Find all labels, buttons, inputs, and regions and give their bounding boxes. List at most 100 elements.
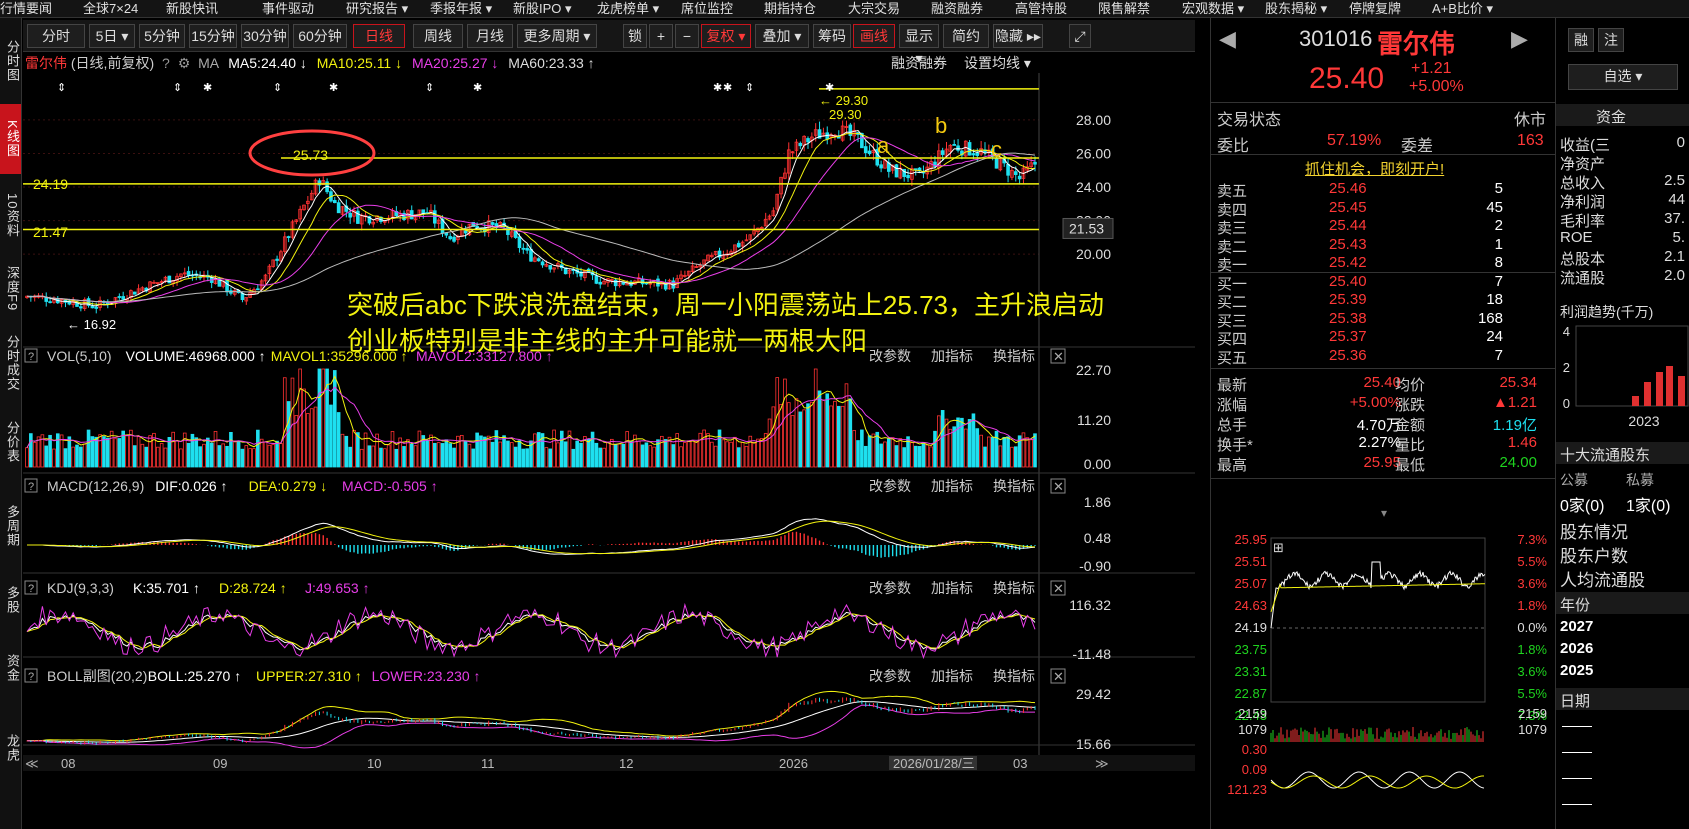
open-account-link[interactable]: 抓住机会，即刻开户! [1305, 158, 1444, 179]
nav-item-15[interactable]: 股东揭秘 ▾ [1265, 0, 1327, 17]
leftbar-item-9[interactable]: 龙虎 [0, 708, 21, 788]
holders-title: 十大流通股东 [1560, 447, 1651, 464]
nav-item-11[interactable]: 融资融券 [931, 0, 983, 17]
mini-left-tick: 25.51 [1234, 554, 1267, 569]
tab-1[interactable]: 5日 ▾ [89, 24, 135, 48]
date-tick: 10 [367, 756, 381, 771]
collapse-icon[interactable]: ▾ [1381, 506, 1387, 520]
holder-link-0[interactable]: 股东情况 [1560, 518, 1628, 543]
leftbar-item-1[interactable]: K线图 [0, 104, 21, 174]
toolbar-btn-4[interactable]: 显示 ▾ [899, 24, 939, 66]
fund-tab[interactable]: 资金 [1596, 106, 1626, 127]
leftbar-item-3[interactable]: 深度F9 [0, 256, 21, 322]
nav-item-4[interactable]: 研究报告 ▾ [346, 0, 408, 17]
boll-axis-tick: 29.42 [1076, 686, 1111, 702]
leftbar-item-4[interactable]: 分时成交 [0, 328, 21, 398]
leftbar-item-0[interactable]: 分时图 [0, 26, 21, 96]
mini-left-tick: 23.31 [1234, 664, 1267, 679]
toolbar-btn-1[interactable]: 叠加 ▾ [755, 24, 809, 48]
panel-btn-0[interactable]: 改参数 [869, 580, 911, 596]
volume-bar [690, 440, 695, 468]
panel-btn-0[interactable]: 改参数 [869, 668, 911, 684]
candle-body [525, 247, 529, 251]
tab-6[interactable]: 日线 [353, 24, 405, 48]
nav-item-6[interactable]: 新股IPO ▾ [513, 0, 572, 17]
nav-item-2[interactable]: 新股快讯 [166, 0, 218, 17]
fullscreen-icon[interactable]: ⤢ [1069, 24, 1091, 48]
panel-btn-0[interactable]: 改参数 [869, 478, 911, 494]
panel-btn-1[interactable]: 加指标 [931, 348, 973, 364]
tab-9[interactable]: 更多周期 ▾ [517, 24, 597, 48]
tab-4[interactable]: 30分钟 [241, 24, 289, 48]
panel-series-label: BOLL副图(20,2) [47, 668, 147, 684]
panel-btn-1[interactable]: 加指标 [931, 668, 973, 684]
nav-item-14[interactable]: 宏观数据 ▾ [1182, 0, 1244, 17]
tab-8[interactable]: 月线 [467, 24, 513, 48]
nav-item-13[interactable]: 限售解禁 [1098, 0, 1150, 17]
zoom-out-icon[interactable]: − [675, 24, 699, 48]
chart-svg[interactable]: ⇕ ⇕ ✱ ⇕ ✱ ⇕ ✱ ✱ ✱ ⇕ ✱25.7324.1921.47← 29.3029.30← … [23, 53, 1195, 829]
mini-right-tick: 3.6% [1517, 664, 1547, 679]
lock-icon[interactable]: 锁 [623, 24, 647, 48]
volume-bar [756, 438, 760, 468]
leftbar-item-7[interactable]: 多股 [0, 572, 21, 628]
nav-item-7[interactable]: 龙虎榜单 ▾ [597, 0, 659, 17]
toolbar-btn-0[interactable]: 复权 ▾ [701, 24, 751, 48]
nav-item-5[interactable]: 季报年报 ▾ [430, 0, 492, 17]
intraday-mini-chart[interactable]: 25.95 25.51 25.07 24.63 24.19 23.75 23.31 22.87… [1211, 532, 1555, 829]
tab-5[interactable]: 60分钟 [293, 24, 347, 48]
panel-btn-0[interactable]: 改参数 [869, 348, 911, 364]
nav-item-8[interactable]: 席位监控 [681, 0, 733, 17]
volume-bar [309, 408, 314, 468]
note-button[interactable]: 注 [1598, 28, 1624, 52]
toolbar-btn-3[interactable]: 画线 [853, 24, 895, 48]
watchlist-select[interactable]: 自选 ▾ [1568, 64, 1678, 90]
holder-link-1[interactable]: 股东户数 [1560, 542, 1628, 567]
toolbar-btn-6[interactable]: 隐藏 ▸▸ [993, 24, 1043, 48]
volume-bar [686, 440, 691, 468]
price-pct: +5.00% [1409, 78, 1464, 95]
toolbar-btn-2[interactable]: 筹码 [813, 24, 851, 48]
nav-item-9[interactable]: 期指持仓 [764, 0, 816, 17]
panel-btn-2[interactable]: 换指标 [993, 478, 1035, 494]
volume-bar [433, 442, 437, 468]
volume-bar [990, 436, 995, 468]
mini-left-tick: 25.07 [1234, 576, 1267, 591]
leftbar-item-6[interactable]: 多周期 [0, 486, 21, 566]
margin-small-button[interactable]: 融 [1568, 28, 1594, 52]
fund-row-value: 2.5 [1664, 172, 1685, 189]
holder-link-2[interactable]: 人均流通股 [1560, 566, 1645, 591]
nav-item-0[interactable]: 行情要闻 [0, 0, 52, 17]
next-stock-icon[interactable]: ▶ [1511, 26, 1528, 52]
prev-stock-icon[interactable]: ◀ [1219, 26, 1236, 52]
panel-btn-1[interactable]: 加指标 [931, 478, 973, 494]
tab-3[interactable]: 15分钟 [189, 24, 237, 48]
panel-btn-2[interactable]: 换指标 [993, 348, 1035, 364]
panel-btn-2[interactable]: 换指标 [993, 580, 1035, 596]
candle-body [225, 280, 229, 293]
quote-value: 25.34 [1499, 374, 1537, 391]
nav-item-12[interactable]: 高管持股 [1015, 0, 1067, 17]
nav-item-1[interactable]: 全球7×24 [83, 0, 138, 17]
volume-bar [894, 445, 899, 468]
mini-sub-tick: 0.09 [1242, 762, 1267, 777]
tab-2[interactable]: 5分钟 [139, 24, 185, 48]
toolbar-btn-5[interactable]: 简约 [943, 24, 989, 48]
tab-7[interactable]: 周线 [413, 24, 463, 48]
date-tick: 12 [619, 756, 633, 771]
weicha-label: 委差 [1401, 138, 1434, 155]
panel-btn-2[interactable]: 换指标 [993, 668, 1035, 684]
panel-btn-1[interactable]: 加指标 [931, 580, 973, 596]
panel-help-icon: ? [28, 671, 34, 683]
leftbar-item-8[interactable]: 资金 [0, 638, 21, 698]
nav-item-10[interactable]: 大宗交易 [848, 0, 900, 17]
nav-item-16[interactable]: 停牌复牌 [1349, 0, 1401, 17]
leftbar-item-5[interactable]: 分价表 [0, 404, 21, 480]
leftbar-item-2[interactable]: 10资料 [0, 180, 21, 250]
zoom-in-icon[interactable]: + [649, 24, 673, 48]
tab-0[interactable]: 分时 [27, 24, 85, 48]
nav-item-17[interactable]: A+B比价 ▾ [1432, 0, 1493, 17]
panel-series-label: BOLL:25.270 ↑ [148, 668, 241, 684]
nav-item-3[interactable]: 事件驱动 [262, 0, 314, 17]
volume-bar [810, 401, 814, 468]
